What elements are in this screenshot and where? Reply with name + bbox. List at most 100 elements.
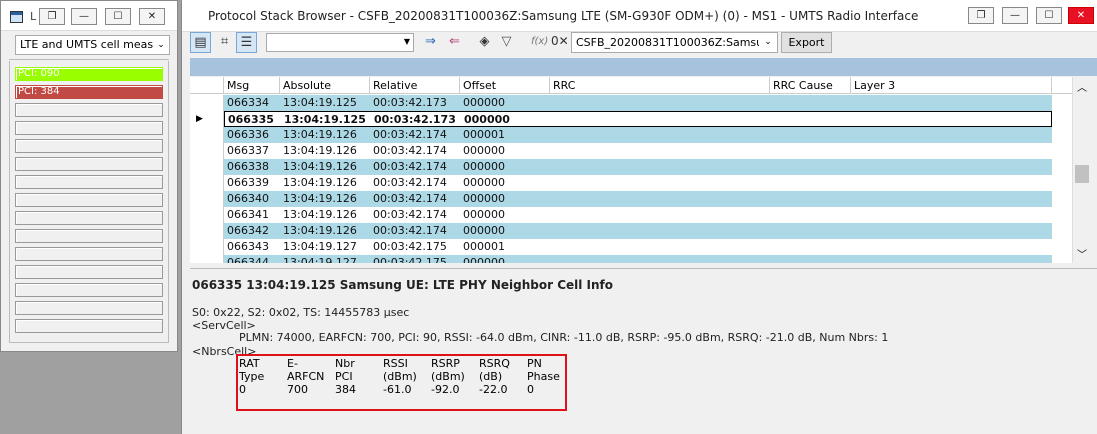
left-title-bar: L ❐ — ☐ ✕ [1,1,177,31]
cell-slot[interactable] [15,211,163,225]
restore-icon[interactable]: ❐ [39,8,65,25]
cell-rel: 00:03:42.173 [373,96,447,109]
go-to-previous-icon[interactable]: ⇐ [444,32,465,53]
row-indicator[interactable] [190,191,224,207]
current-row-icon: ▶ [196,114,203,124]
row-indicator[interactable] [190,255,224,263]
minimize-button[interactable]: — [71,8,97,25]
column-header-msg[interactable]: Msg [224,77,280,94]
table-row[interactable]: 066343 13:04:19.127 00:03:42.175 000001 [224,239,1052,255]
cell-off: 000000 [463,176,505,189]
close-button[interactable]: ✕ [1068,7,1094,24]
cell-msg: 066340 [227,192,269,205]
nbr-header1-cell: RSRQ [479,357,510,370]
cell-slot[interactable] [15,103,163,117]
close-button[interactable]: ✕ [139,8,165,25]
measurement-type-select[interactable]: LTE and UMTS cell measur ⌄ [15,35,170,55]
cell-slot[interactable]: PCI: 384 [15,85,163,99]
filter-icon[interactable]: ▽ [496,32,517,53]
cell-slot[interactable] [15,157,163,171]
cell-slot[interactable] [15,193,163,207]
nbr-header2-cell: PCI [335,370,353,383]
nbr-header2-cell: ARFCN [287,370,325,383]
scroll-thumb[interactable] [1075,165,1089,183]
cell-rel: 00:03:42.174 [373,192,447,205]
row-indicator[interactable] [190,207,224,223]
column-header-relative[interactable]: Relative [370,77,460,94]
table-row[interactable]: 066334 13:04:19.125 00:03:42.173 000000 [224,95,1052,111]
table-row[interactable]: 066335 13:04:19.125 00:03:42.173 000000 [224,111,1052,127]
table-row[interactable]: 066338 13:04:19.126 00:03:42.174 000000 [224,159,1052,175]
cell-slot[interactable] [15,265,163,279]
column-header-absolute[interactable]: Absolute [280,77,370,94]
cell-off: 000000 [463,192,505,205]
row-indicator[interactable] [190,127,224,143]
list-view-icon[interactable]: ☰ [236,32,257,53]
cell-abs: 13:04:19.127 [283,256,357,263]
column-header-layer3[interactable]: Layer 3 [851,77,1052,94]
cell-slot[interactable] [15,121,163,135]
nbr-values-cell: -92.0 [431,383,460,396]
go-to-next-icon[interactable]: ⇒ [420,32,441,53]
cell-msg: 066342 [227,224,269,237]
table-row[interactable]: 066336 13:04:19.126 00:03:42.174 000001 [224,127,1052,143]
column-header-rrc[interactable]: RRC [550,77,770,94]
table-row[interactable]: 066340 13:04:19.126 00:03:42.174 000000 [224,191,1052,207]
cell-slot[interactable] [15,247,163,261]
maximize-button[interactable]: ☐ [1036,7,1062,24]
row-indicator[interactable] [190,159,224,175]
log-file-value: CSFB_20200831T100036Z:Samsung [576,36,778,49]
table-row[interactable]: 066339 13:04:19.126 00:03:42.174 000000 [224,175,1052,191]
nbr-values-cell: -61.0 [383,383,412,396]
table-row[interactable]: 066344 13:04:19.127 00:03:42.175 000000 [224,255,1052,263]
filter-select[interactable]: ▼ [266,33,414,52]
cell-slot[interactable] [15,301,163,315]
layers-icon[interactable]: ◈ [474,32,495,53]
nbr-header1-cell: RSRP [431,357,460,370]
cell-abs: 13:04:19.126 [283,144,357,157]
maximize-button[interactable]: ☐ [105,8,131,25]
cell-slot[interactable] [15,139,163,153]
cell-rel: 00:03:42.174 [373,208,447,221]
cell-msg: 066337 [227,144,269,157]
cell-slot[interactable] [15,283,163,297]
grid-icon[interactable]: ⌗ [214,32,235,53]
nbr-values-cell: -22.0 [479,383,508,396]
nbr-header2-cell: (dBm) [383,370,417,383]
cell-off: 000000 [463,160,505,173]
column-header-offset[interactable]: Offset [460,77,550,94]
export-button[interactable]: Export [781,32,832,53]
row-indicator[interactable] [190,239,224,255]
chevron-down-icon: ⌄ [154,37,168,53]
column-header-rrc-cause[interactable]: RRC Cause [770,77,851,94]
table-scrollbar[interactable]: ︿ ﹀ [1072,77,1090,263]
table-row[interactable]: 066337 13:04:19.126 00:03:42.174 000000 [224,143,1052,159]
clear-filter-button[interactable]: 0✕ [551,34,569,48]
cell-abs: 13:04:19.125 [283,96,357,109]
table-row[interactable]: 066341 13:04:19.126 00:03:42.174 000000 [224,207,1052,223]
view-tree-icon[interactable]: ▤ [190,32,211,53]
row-indicator[interactable] [190,175,224,191]
row-indicator[interactable] [190,223,224,239]
function-icon[interactable]: f(x) [531,36,548,47]
cell-off: 000000 [463,144,505,157]
cell-slot[interactable] [15,175,163,189]
cell-off: 000000 [463,208,505,221]
minimize-button[interactable]: — [1002,7,1028,24]
nbr-header1-cell: PN [527,357,542,370]
scroll-up-icon[interactable]: ︿ [1077,79,1087,94]
cell-msg: 066339 [227,176,269,189]
scroll-down-icon[interactable]: ﹀ [1077,246,1087,261]
table-row[interactable]: 066342 13:04:19.126 00:03:42.174 000000 [224,223,1052,239]
nbr-header2-cell: (dBm) [431,370,465,383]
row-indicator[interactable]: ▶ [190,111,224,127]
restore-icon[interactable]: ❐ [968,7,994,24]
measurement-type-value: LTE and UMTS cell measur [20,38,165,51]
cell-slot[interactable] [15,229,163,243]
log-file-select[interactable]: CSFB_20200831T100036Z:Samsung ⌄ [571,32,778,53]
cell-slot[interactable] [15,319,163,333]
row-indicator[interactable] [190,95,224,111]
row-indicator[interactable] [190,143,224,159]
cell-slot[interactable]: PCI: 090 [15,67,163,81]
nbr-header2-cell: Type [239,370,265,383]
